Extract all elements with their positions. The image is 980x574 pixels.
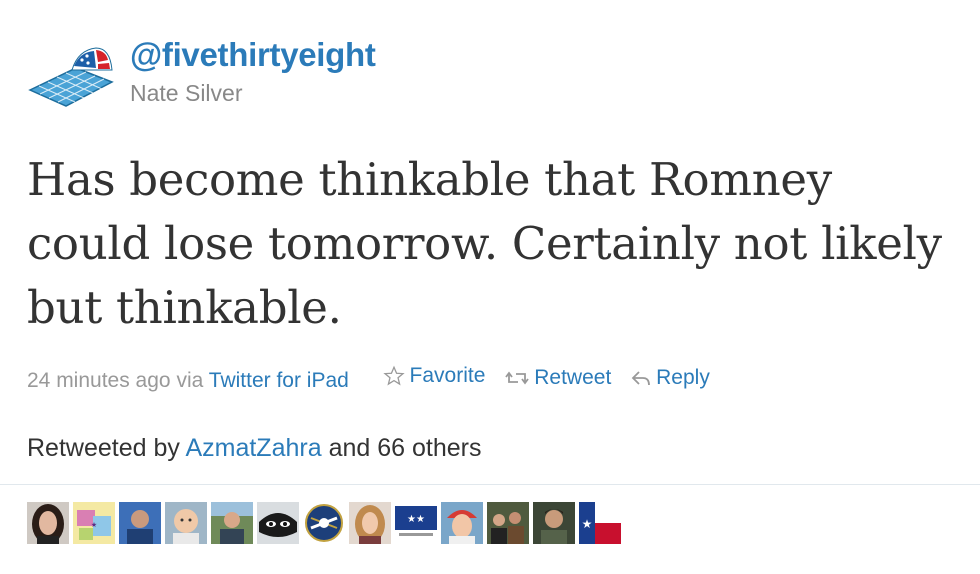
favorite-button[interactable]: Favorite xyxy=(382,364,486,388)
tweet-meta-row: 24 minutes ago via Twitter for iPad Favo… xyxy=(27,364,710,393)
avatar-texas-flag-icon[interactable]: ★ xyxy=(579,502,621,544)
fivethirtyeight-logo-icon[interactable] xyxy=(26,44,116,114)
retweet-label: Retweet xyxy=(534,366,612,389)
tweet-text: Has become thinkable that Romney could l… xyxy=(27,153,942,334)
retweeter-avatars: ★ ★★ ★ xyxy=(27,502,621,544)
avatar-face-dark-icon[interactable] xyxy=(257,502,299,544)
favorite-label: Favorite xyxy=(409,364,486,387)
retweeted-prefix: Retweeted by xyxy=(27,434,180,462)
user-display-name: Nate Silver xyxy=(130,80,243,106)
reply-button[interactable]: Reply xyxy=(631,366,710,390)
retweet-button[interactable]: Retweet xyxy=(505,366,611,390)
avatar-man-outdoor-icon[interactable] xyxy=(211,502,253,544)
reply-arrow-icon xyxy=(631,371,651,386)
avatar-group-icon[interactable] xyxy=(487,502,529,544)
avatar-woman-dark-hair-icon[interactable] xyxy=(27,502,69,544)
via-label: via xyxy=(176,369,204,392)
avatar-man-portrait-icon[interactable] xyxy=(533,502,575,544)
svg-text:★: ★ xyxy=(91,521,97,529)
tweet-header: @fivethirtyeight Nate Silver xyxy=(26,34,926,124)
client-link[interactable]: Twitter for iPad xyxy=(209,369,349,392)
user-handle-link[interactable]: @fivethirtyeight xyxy=(130,36,376,74)
avatar-woman-red-hat-icon[interactable] xyxy=(441,502,483,544)
avatar-baby-icon[interactable] xyxy=(165,502,207,544)
avatar-flag-blue-icon[interactable]: ★★ xyxy=(395,502,437,544)
avatar-man-blue-icon[interactable] xyxy=(119,502,161,544)
svg-text:★: ★ xyxy=(582,517,593,531)
avatar-collage-icon[interactable]: ★ xyxy=(73,502,115,544)
divider xyxy=(0,484,980,485)
retweeted-by-line: Retweeted by AzmatZahra and 66 others xyxy=(27,434,481,463)
retweeter-link[interactable]: AzmatZahra xyxy=(185,434,321,462)
retweet-icon xyxy=(505,371,529,385)
star-icon xyxy=(382,365,405,386)
tweet-timestamp[interactable]: 24 minutes ago xyxy=(27,369,171,392)
avatar-sabres-logo-icon[interactable] xyxy=(303,502,345,544)
avatar-woman-blonde-icon[interactable] xyxy=(349,502,391,544)
reply-label: Reply xyxy=(656,366,710,389)
svg-text:★★: ★★ xyxy=(407,514,425,525)
retweeted-suffix: and 66 others xyxy=(328,434,482,462)
